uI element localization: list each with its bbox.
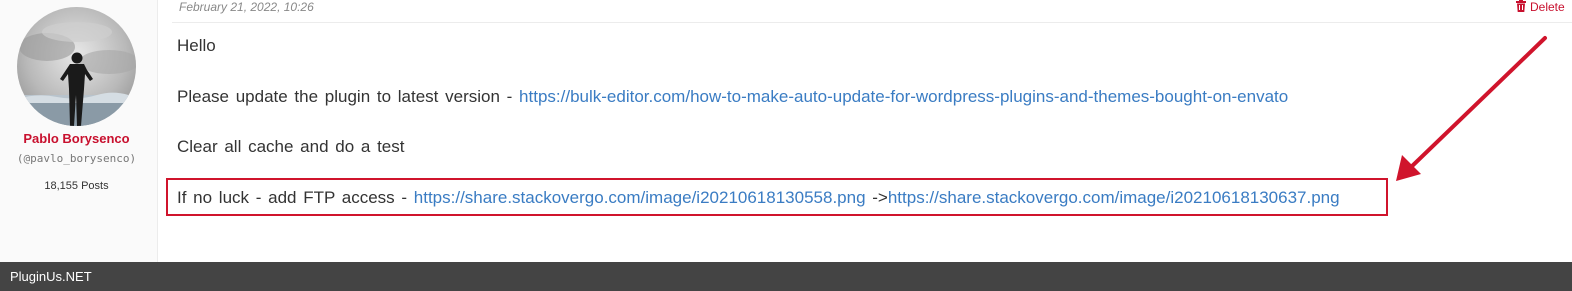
annotation-arrow-icon (1396, 36, 1547, 181)
site-footer: PluginUs.NET (0, 262, 1572, 291)
footer-brand[interactable]: PluginUs.NET (10, 269, 92, 284)
